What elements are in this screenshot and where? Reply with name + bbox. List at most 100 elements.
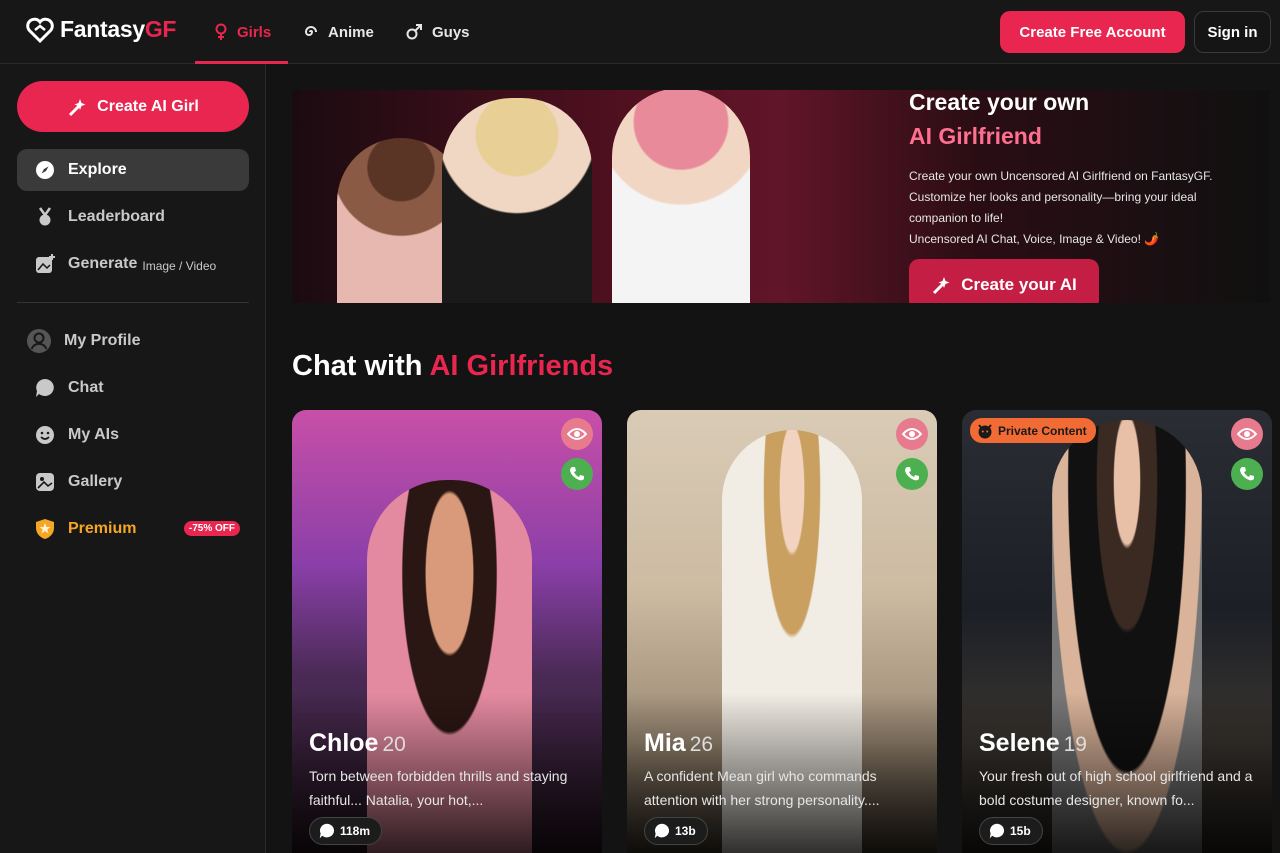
compass-icon [34,159,56,181]
character-name-text: Chloe [309,729,379,757]
sidebar-item-premium[interactable]: Premium -75% OFF [17,508,249,550]
chat-count: 15b [1010,824,1031,838]
logo-text: Fantasy [60,16,145,42]
character-card-selene[interactable]: Private Content Selene 19 Your fresh out … [962,410,1272,853]
banner-text-line: Uncensored AI Chat, Voice, Image & Video… [909,232,1160,246]
create-your-ai-button[interactable]: Create your AI [909,259,1099,303]
devil-icon [978,423,992,438]
image-plus-icon [34,253,56,275]
magic-wand-icon [69,98,86,116]
banner-title-line2: AI Girlfriend [909,123,1042,149]
character-name-text: Mia [644,729,686,757]
banner-title-line1: Create your own [909,90,1090,115]
character-age: 26 [689,733,714,756]
view-button[interactable] [561,418,593,450]
logo[interactable]: Fantasy GF [26,16,176,43]
chat-icon [989,823,1005,839]
medal-icon [34,206,56,228]
banner-model-image [442,98,592,303]
character-name: Selene 19 [979,729,1087,758]
sign-in-button[interactable]: Sign in [1194,11,1271,53]
create-free-account-button[interactable]: Create Free Account [1000,11,1185,53]
tab-anime[interactable]: Anime [303,0,374,64]
phone-icon [1240,467,1254,481]
tab-girls[interactable]: Girls [194,0,289,64]
eye-icon [902,428,922,440]
smile-icon [34,424,56,446]
sidebar: Create AI Girl Explore Leaderboard Gener… [0,64,266,853]
section-title-main: Chat with [292,350,423,382]
phone-icon [570,467,584,481]
tab-anime-label: Anime [328,23,374,41]
character-description: A confident Mean girl who commands atten… [644,768,880,808]
call-button[interactable] [561,458,593,490]
banner-text-line: Customize her looks and personality—brin… [909,190,1197,204]
character-age: 20 [382,733,406,756]
tab-girls-label: Girls [237,23,272,41]
sidebar-item-generate[interactable]: Generate Image / Video [17,243,249,285]
sidebar-item-label: My Profile [64,332,141,349]
sidebar-item-label: Premium [68,520,137,537]
character-name: Mia 26 [644,729,713,758]
sidebar-item-label: Leaderboard [68,208,165,225]
view-button[interactable] [1231,418,1263,450]
character-card-chloe[interactable]: Chloe 20 Torn between forbidden thrills a… [292,410,602,853]
section-title-accent: AI Girlfriends [429,350,614,382]
banner-model-image [612,90,750,303]
chat-icon [319,823,335,839]
sidebar-item-label: Generate [68,255,138,272]
promo-banner: Create your own AI Girlfriend Create you… [292,90,1270,303]
chat-count: 118m [340,824,371,838]
tab-guys[interactable]: Guys [405,0,470,64]
user-icon [26,328,52,354]
create-your-ai-label: Create your AI [961,274,1077,294]
magic-wand-icon [933,276,950,294]
character-name-text: Selene [979,729,1060,757]
call-button[interactable] [1231,458,1263,490]
sidebar-item-label: My AIs [68,426,119,443]
create-ai-girl-label: Create AI Girl [97,97,199,115]
create-ai-girl-button[interactable]: Create AI Girl [17,81,249,132]
character-description: Your fresh out of high school girlfriend… [979,768,1253,808]
sidebar-item-explore[interactable]: Explore [17,149,249,191]
sidebar-divider [17,302,249,303]
sidebar-item-my-profile[interactable]: My Profile [17,320,249,362]
top-bar: Fantasy GF Girls Anime Guys Create Free A… [0,0,1280,64]
sidebar-item-chat[interactable]: Chat [17,367,249,409]
female-icon [215,23,227,40]
sidebar-item-leaderboard[interactable]: Leaderboard [17,196,249,238]
male-icon [406,24,422,40]
chat-count-badge: 13b [644,817,708,845]
banner-text-line: Create your own Uncensored AI Girlfriend… [909,169,1213,183]
eye-icon [1237,428,1257,440]
chat-count-badge: 15b [979,817,1043,845]
sidebar-item-label: Gallery [68,473,123,490]
chat-icon [654,823,670,839]
sidebar-item-sublabel: Image / Video [142,258,217,273]
banner-description: Create your own Uncensored AI Girlfriend… [909,166,1249,250]
sidebar-item-label: Explore [68,161,127,178]
character-description: Torn between forbidden thrills and stayi… [309,768,568,808]
chat-count-badge: 118m [309,817,383,845]
eye-icon [567,428,587,440]
private-content-badge: Private Content [970,418,1096,443]
section-title: Chat with AI Girlfriends [292,350,613,383]
character-card-mia[interactable]: Mia 26 A confident Mean girl who commands… [627,410,937,853]
chat-count: 13b [675,824,696,838]
character-age: 19 [1063,733,1087,756]
banner-title: Create your own AI Girlfriend [909,90,1089,153]
sidebar-item-my-ais[interactable]: My AIs [17,414,249,456]
heart-logo-icon [26,17,54,43]
logo-accent: GF [144,16,177,42]
call-button[interactable] [896,458,928,490]
banner-text-line: companion to life! [909,211,1004,225]
sidebar-item-gallery[interactable]: Gallery [17,461,249,503]
view-button[interactable] [896,418,928,450]
tab-guys-label: Guys [432,23,470,41]
sidebar-item-label: Chat [68,379,104,396]
character-name: Chloe 20 [309,729,406,758]
shield-icon [34,518,56,540]
gallery-icon [34,471,56,493]
phone-icon [905,467,919,481]
swirl-icon [304,26,317,36]
